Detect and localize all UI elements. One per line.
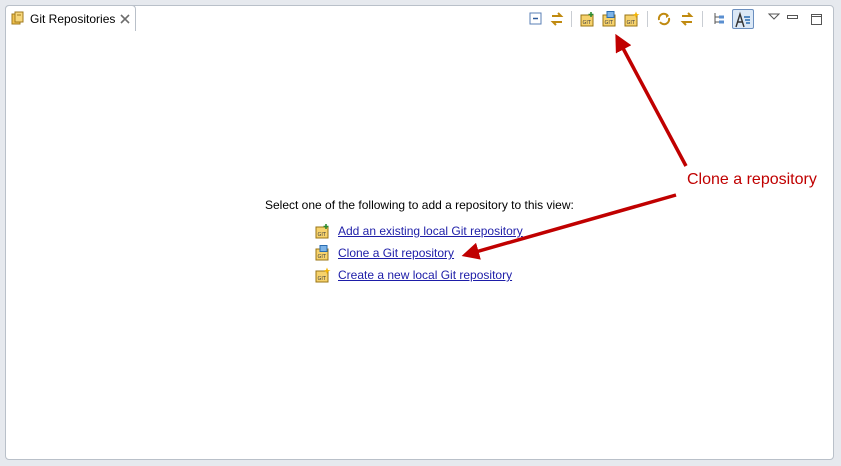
annotation-arrows [461, 33, 688, 260]
arrow-to-clone-link [461, 193, 677, 260]
arrow-to-toolbar-clone [615, 33, 688, 167]
annotation-callout: Clone a repository [687, 171, 817, 188]
